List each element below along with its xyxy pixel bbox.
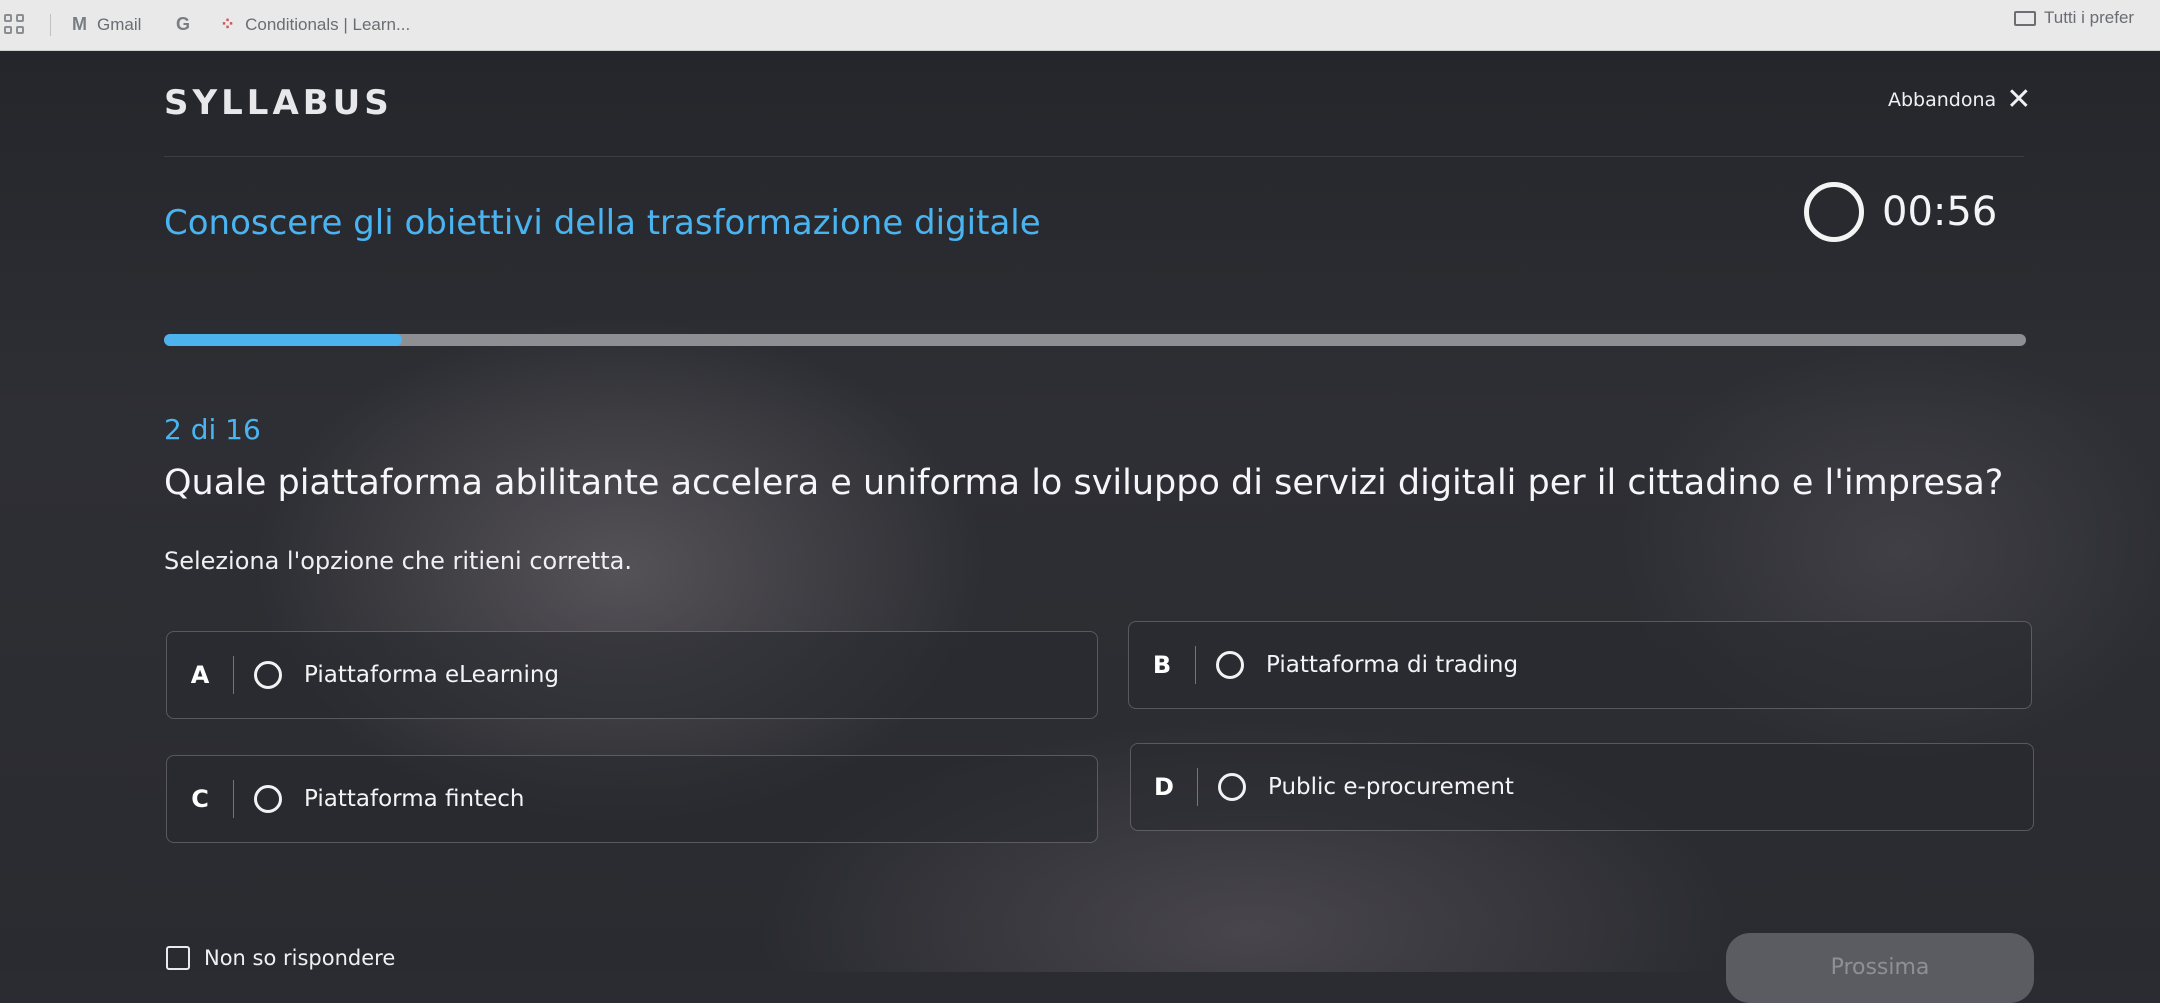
option-label: Public e-procurement bbox=[1268, 774, 1514, 800]
option-letter: A bbox=[190, 661, 210, 689]
option-d[interactable]: D Public e-procurement bbox=[1130, 743, 2034, 831]
option-label: Piattaforma di trading bbox=[1266, 652, 1519, 678]
bookmark-folder-label: Tutti i prefer bbox=[2044, 8, 2135, 27]
course-title: Conoscere gli obiettivi della trasformaz… bbox=[164, 203, 1041, 243]
question-instruction: Seleziona l'opzione che ritieni corretta… bbox=[164, 547, 632, 575]
question-counter: 2 di 16 bbox=[164, 413, 261, 446]
quiz-timer: 00:56 bbox=[1804, 182, 1997, 242]
option-divider bbox=[233, 656, 234, 694]
radio-icon[interactable] bbox=[1216, 651, 1244, 679]
bookmark-google[interactable]: G bbox=[176, 14, 190, 35]
abandon-label: Abbandona bbox=[1888, 89, 1997, 111]
quiz-progress-bar bbox=[164, 334, 2026, 346]
dont-know-label: Non so rispondere bbox=[204, 946, 396, 970]
option-c[interactable]: C Piattaforma fintech bbox=[166, 755, 1098, 843]
option-a[interactable]: A Piattaforma eLearning bbox=[166, 631, 1098, 719]
bookmark-conditionals-label: Conditionals | Learn... bbox=[245, 14, 411, 34]
radio-icon[interactable] bbox=[1218, 773, 1246, 801]
abandon-button[interactable]: Abbandona ✕ bbox=[1888, 85, 2031, 115]
header-divider bbox=[164, 156, 2024, 157]
option-label: Piattaforma eLearning bbox=[304, 662, 560, 688]
apps-grid-icon[interactable] bbox=[4, 14, 26, 36]
gmail-icon: M bbox=[72, 14, 87, 34]
bookmark-conditionals[interactable]: ⁘ Conditionals | Learn... bbox=[220, 14, 410, 35]
bookmark-folder[interactable]: Tutti i prefer bbox=[2014, 8, 2134, 28]
timer-value: 00:56 bbox=[1882, 189, 1998, 235]
option-divider bbox=[233, 780, 234, 818]
dont-know-checkbox[interactable]: Non so rispondere bbox=[166, 946, 395, 970]
quiz-app: SYLLABUS Abbandona ✕ Conoscere gli obiet… bbox=[0, 51, 2160, 1003]
option-letter: D bbox=[1154, 773, 1174, 801]
close-icon: ✕ bbox=[2006, 82, 2032, 117]
option-divider bbox=[1197, 768, 1198, 806]
radio-icon[interactable] bbox=[254, 785, 282, 813]
google-icon: G bbox=[176, 14, 191, 34]
syllabus-logo: SYLLABUS bbox=[164, 83, 393, 123]
option-b[interactable]: B Piattaforma di trading bbox=[1128, 621, 2032, 709]
option-letter: B bbox=[1152, 651, 1172, 679]
option-label: Piattaforma fintech bbox=[304, 786, 525, 812]
radio-icon[interactable] bbox=[254, 661, 282, 689]
bookmark-gmail[interactable]: M Gmail bbox=[72, 14, 141, 35]
option-letter: C bbox=[191, 785, 209, 813]
timer-ring-icon bbox=[1804, 182, 1864, 242]
bookmarks-bar: M Gmail G ⁘ Conditionals | Learn... Tutt… bbox=[0, 0, 2160, 51]
option-divider bbox=[1195, 646, 1196, 684]
quiz-progress-fill bbox=[164, 334, 403, 346]
bookmark-site-icon: ⁘ bbox=[220, 14, 236, 34]
question-text: Quale piattaforma abilitante accelera e … bbox=[164, 463, 2004, 503]
bookmark-gmail-label: Gmail bbox=[97, 14, 142, 34]
next-button[interactable]: Prossima bbox=[1726, 933, 2034, 1003]
checkbox-icon[interactable] bbox=[166, 946, 190, 970]
bookmarks-separator bbox=[50, 14, 51, 36]
folder-icon bbox=[2014, 10, 2036, 26]
